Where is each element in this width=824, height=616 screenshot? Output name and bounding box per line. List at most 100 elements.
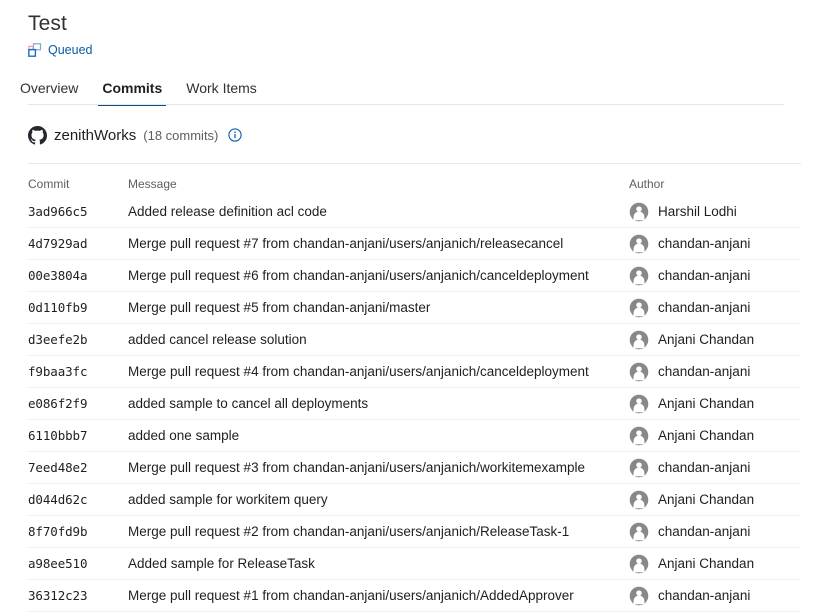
cell-author: chandan-anjani [629, 298, 801, 318]
column-header-message: Message [128, 177, 629, 191]
author-name: Anjani Chandan [658, 396, 754, 411]
user-avatar-icon [629, 330, 649, 350]
commit-hash[interactable]: 7eed48e2 [28, 460, 87, 475]
cell-commit: 36312c23 [28, 587, 128, 605]
cell-author: Anjani Chandan [629, 394, 801, 414]
author-name: chandan-anjani [658, 268, 750, 283]
table-row[interactable]: e086f2f9 added sample to cancel all depl… [28, 388, 801, 420]
cell-message: added sample for workitem query [128, 491, 629, 509]
cell-commit: 0d110fb9 [28, 299, 128, 317]
commit-message: Merge pull request #5 from chandan-anjan… [128, 300, 430, 315]
commit-hash[interactable]: 3ad966c5 [28, 204, 87, 219]
table-row[interactable]: 36312c23 Merge pull request #1 from chan… [28, 580, 801, 612]
table-row[interactable]: 3ad966c5 Added release definition acl co… [28, 196, 801, 228]
author-name: chandan-anjani [658, 588, 750, 603]
column-header-author: Author [629, 177, 801, 191]
repository-name: zenithWorks [54, 127, 136, 144]
table-row[interactable]: d044d62c added sample for workitem query… [28, 484, 801, 516]
commit-message: Merge pull request #4 from chandan-anjan… [128, 364, 589, 379]
commit-message: added sample for workitem query [128, 492, 328, 507]
tab-overview[interactable]: Overview [8, 78, 90, 106]
table-row[interactable]: f9baa3fc Merge pull request #4 from chan… [28, 356, 801, 388]
commit-hash[interactable]: 6110bbb7 [28, 428, 87, 443]
cell-commit: 3ad966c5 [28, 203, 128, 221]
tab-commits[interactable]: Commits [90, 78, 174, 106]
table-row[interactable]: 7eed48e2 Merge pull request #3 from chan… [28, 452, 801, 484]
cell-author: chandan-anjani [629, 266, 801, 286]
cell-author: Anjani Chandan [629, 330, 801, 350]
commit-hash[interactable]: a98ee510 [28, 556, 87, 571]
commit-message: Merge pull request #3 from chandan-anjan… [128, 460, 585, 475]
cell-author: chandan-anjani [629, 234, 801, 254]
cell-message: added cancel release solution [128, 331, 629, 349]
cell-author: chandan-anjani [629, 362, 801, 382]
info-circle-icon[interactable] [228, 128, 242, 142]
user-avatar-icon [629, 554, 649, 574]
page-title: Test [28, 10, 824, 38]
user-avatar-icon [629, 266, 649, 286]
user-avatar-icon [629, 202, 649, 222]
author-name: chandan-anjani [658, 300, 750, 315]
commits-table: Commit Message Author 3ad966c5 Added rel… [28, 168, 801, 612]
cell-author: Anjani Chandan [629, 554, 801, 574]
table-row[interactable]: 8f70fd9b Merge pull request #2 from chan… [28, 516, 801, 548]
user-avatar-icon [629, 394, 649, 414]
cell-message: added sample to cancel all deployments [128, 395, 629, 413]
cell-message: Merge pull request #1 from chandan-anjan… [128, 587, 629, 605]
table-row[interactable]: d3eefe2b added cancel release solution A… [28, 324, 801, 356]
user-avatar-icon [629, 234, 649, 254]
commit-hash[interactable]: 8f70fd9b [28, 524, 87, 539]
tab-work-items[interactable]: Work Items [174, 78, 269, 106]
cell-commit: a98ee510 [28, 555, 128, 573]
commit-hash[interactable]: e086f2f9 [28, 396, 87, 411]
commit-hash[interactable]: 36312c23 [28, 588, 87, 603]
commit-message: Added sample for ReleaseTask [128, 556, 315, 571]
author-name: Harshil Lodhi [658, 204, 737, 219]
cell-message: Merge pull request #6 from chandan-anjan… [128, 267, 629, 285]
repository-row: zenithWorks (18 commits) [28, 124, 824, 146]
repository-divider [28, 163, 801, 164]
cell-message: Merge pull request #7 from chandan-anjan… [128, 235, 629, 253]
commit-hash[interactable]: f9baa3fc [28, 364, 87, 379]
status-row: Queued [28, 41, 824, 59]
status-queued-link[interactable]: Queued [48, 41, 92, 59]
table-row[interactable]: 0d110fb9 Merge pull request #5 from chan… [28, 292, 801, 324]
table-row[interactable]: a98ee510 Added sample for ReleaseTask An… [28, 548, 801, 580]
user-avatar-icon [629, 458, 649, 478]
commit-hash[interactable]: d3eefe2b [28, 332, 87, 347]
user-avatar-icon [629, 362, 649, 382]
linked-squares-icon [28, 43, 42, 57]
cell-message: Merge pull request #4 from chandan-anjan… [128, 363, 629, 381]
column-header-commit: Commit [28, 177, 128, 191]
cell-message: Merge pull request #5 from chandan-anjan… [128, 299, 629, 317]
cell-commit: 4d7929ad [28, 235, 128, 253]
tab-bar: Overview Commits Work Items [0, 74, 824, 106]
commits-page: Test Queued Overview Commits Work Items … [0, 0, 824, 616]
author-name: chandan-anjani [658, 460, 750, 475]
author-name: chandan-anjani [658, 236, 750, 251]
cell-author: Harshil Lodhi [629, 202, 801, 222]
commit-message: Merge pull request #7 from chandan-anjan… [128, 236, 563, 251]
table-row[interactable]: 00e3804a Merge pull request #6 from chan… [28, 260, 801, 292]
repository-commit-count: (18 commits) [143, 128, 218, 143]
commit-hash[interactable]: d044d62c [28, 492, 87, 507]
github-octocat-icon [28, 126, 47, 145]
commit-message: Added release definition acl code [128, 204, 327, 219]
cell-commit: 7eed48e2 [28, 459, 128, 477]
cell-message: Added sample for ReleaseTask [128, 555, 629, 573]
table-row[interactable]: 6110bbb7 added one sample Anjani Chandan [28, 420, 801, 452]
author-name: Anjani Chandan [658, 332, 754, 347]
cell-commit: 6110bbb7 [28, 427, 128, 445]
commit-hash[interactable]: 0d110fb9 [28, 300, 87, 315]
cell-message: Merge pull request #3 from chandan-anjan… [128, 459, 629, 477]
table-row[interactable]: 4d7929ad Merge pull request #7 from chan… [28, 228, 801, 260]
commit-message: added cancel release solution [128, 332, 307, 347]
tab-bar-divider [28, 104, 784, 105]
commit-hash[interactable]: 4d7929ad [28, 236, 87, 251]
cell-commit: d3eefe2b [28, 331, 128, 349]
user-avatar-icon [629, 522, 649, 542]
user-avatar-icon [629, 586, 649, 606]
commit-hash[interactable]: 00e3804a [28, 268, 87, 283]
author-name: Anjani Chandan [658, 428, 754, 443]
cell-commit: 8f70fd9b [28, 523, 128, 541]
